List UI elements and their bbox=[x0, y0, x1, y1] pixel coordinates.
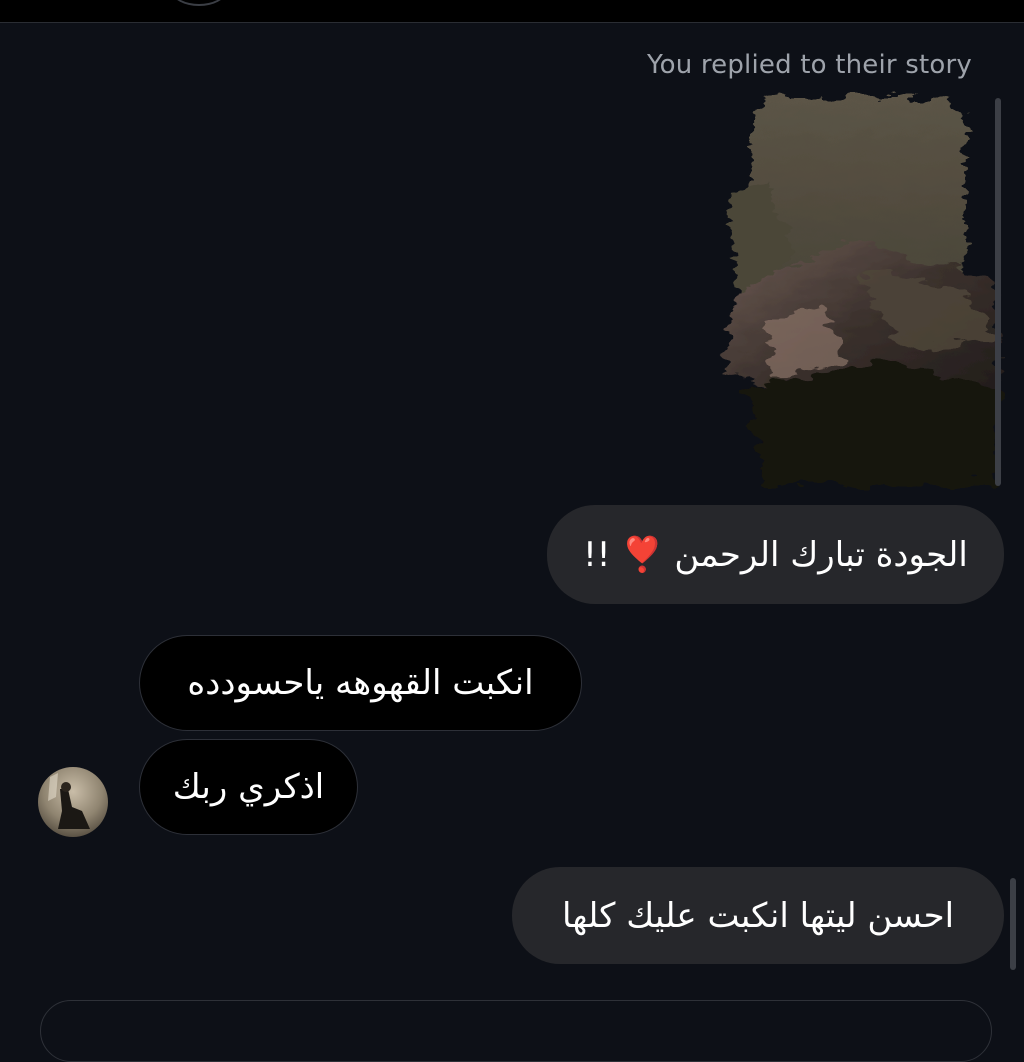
message-bubble-sent[interactable]: الجودة تبارك الرحمن ❣️ !! bbox=[547, 505, 1004, 604]
story-scrollbar[interactable] bbox=[995, 98, 1001, 486]
header-avatar[interactable] bbox=[172, 0, 226, 6]
message-text: الجودة تبارك الرحمن ❣️ !! bbox=[583, 534, 968, 575]
message-bubble-received[interactable]: اذكري ربك bbox=[139, 739, 358, 835]
message-text: اذكري ربك bbox=[172, 767, 325, 807]
sender-avatar[interactable] bbox=[38, 767, 108, 837]
chat-scrollbar[interactable] bbox=[1010, 878, 1016, 970]
top-header-bar bbox=[0, 0, 1024, 23]
message-bubble-sent[interactable]: احسن ليتها انكبت عليك كلها bbox=[512, 867, 1004, 964]
message-bubble-received[interactable]: انكبت القهوهه ياحسودده bbox=[139, 635, 582, 731]
story-thumbnail[interactable] bbox=[705, 90, 1005, 510]
message-text: انكبت القهوهه ياحسودده bbox=[187, 663, 534, 703]
message-composer[interactable] bbox=[40, 1000, 992, 1062]
message-text: احسن ليتها انكبت عليك كلها bbox=[561, 895, 955, 936]
story-reply-label: You replied to their story bbox=[646, 50, 972, 80]
